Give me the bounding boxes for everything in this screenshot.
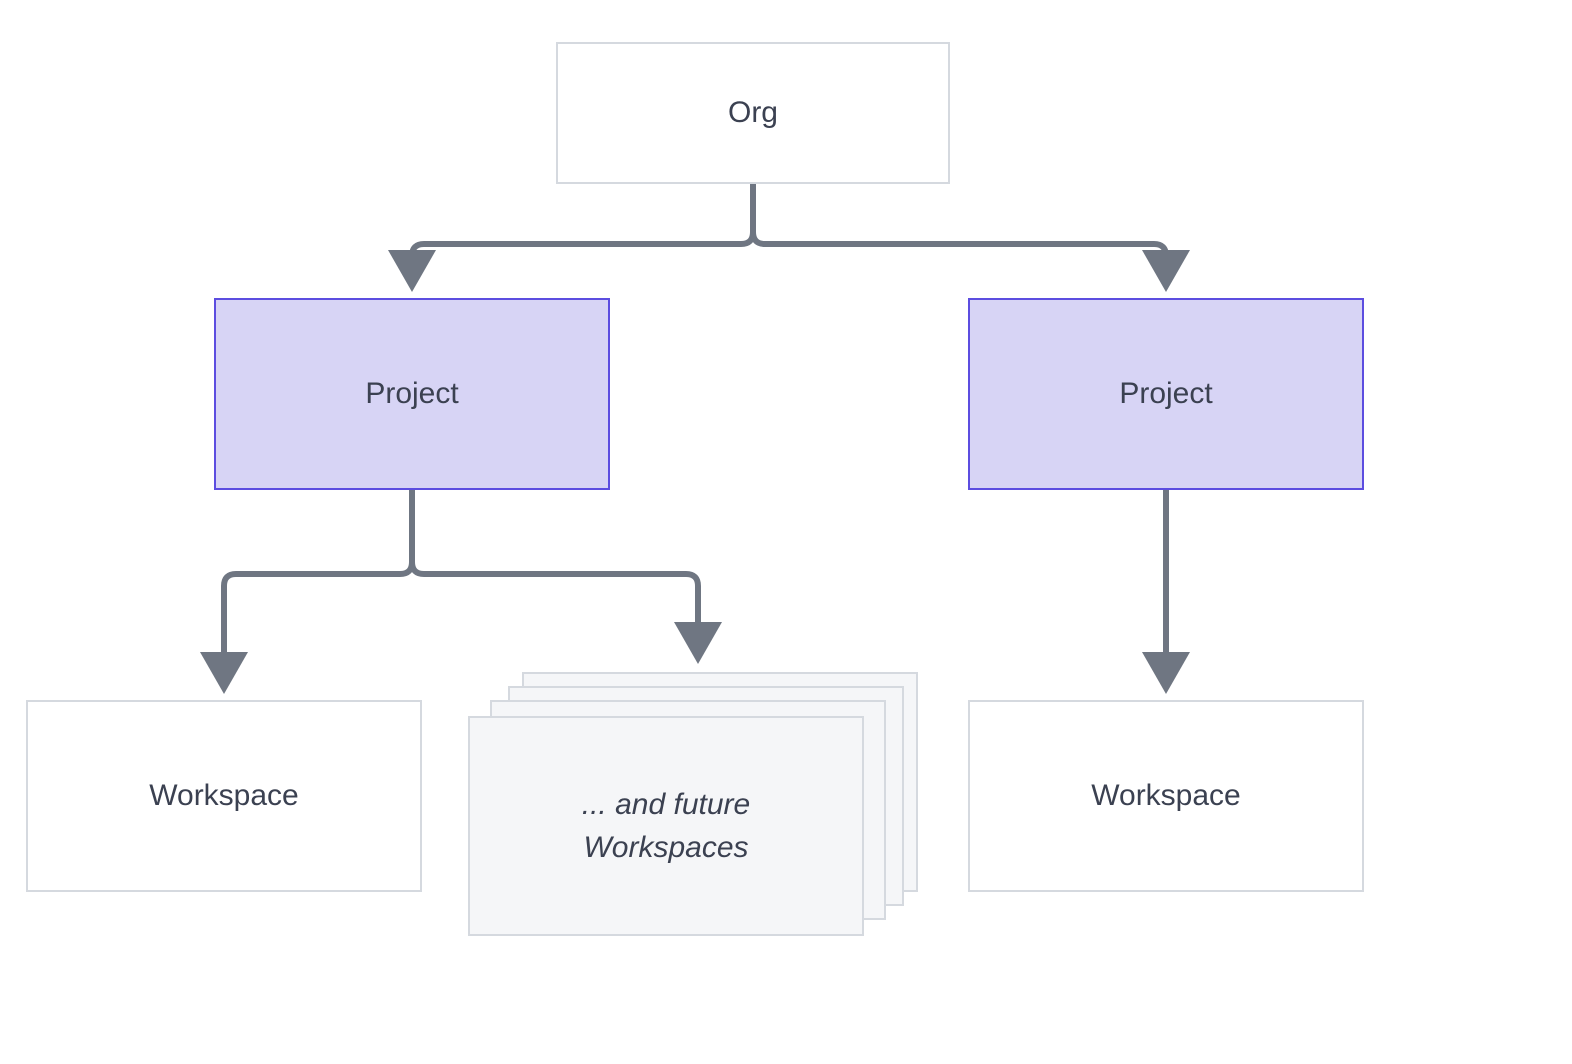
connector-org-to-project-left bbox=[412, 184, 753, 286]
node-org: Org bbox=[556, 42, 950, 184]
node-workspace-right-label: Workspace bbox=[1091, 779, 1241, 813]
node-project-right-label: Project bbox=[1119, 377, 1212, 411]
node-workspace-right: Workspace bbox=[968, 700, 1364, 892]
node-future-workspaces-label: ... and future Workspaces bbox=[518, 783, 814, 870]
node-project-right: Project bbox=[968, 298, 1364, 490]
connector-project-left-to-future-workspaces bbox=[412, 490, 698, 658]
node-project-left: Project bbox=[214, 298, 610, 490]
connector-org-to-project-right bbox=[753, 184, 1166, 286]
connector-project-left-to-workspace-left bbox=[224, 490, 412, 688]
node-project-left-label: Project bbox=[365, 377, 458, 411]
hierarchy-diagram: Org Project Project Workspace ... and fu… bbox=[0, 0, 1572, 1064]
node-org-label: Org bbox=[728, 96, 778, 130]
stack-card-front: ... and future Workspaces bbox=[468, 716, 864, 936]
node-workspace-left: Workspace bbox=[26, 700, 422, 892]
node-workspace-left-label: Workspace bbox=[149, 779, 299, 813]
node-future-workspaces-stack: ... and future Workspaces bbox=[468, 672, 918, 952]
